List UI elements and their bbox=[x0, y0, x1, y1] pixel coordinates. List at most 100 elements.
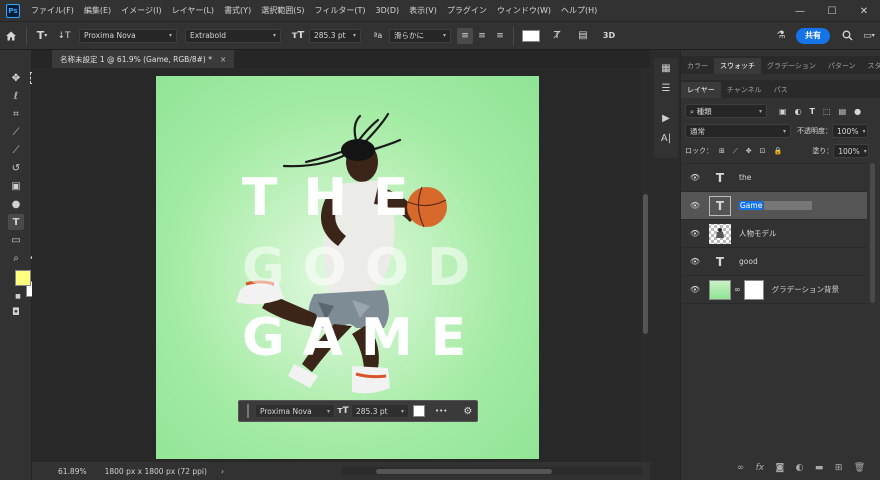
lock-image-icon[interactable]: ⟋ bbox=[733, 147, 738, 156]
align-left-icon[interactable]: ≡ bbox=[457, 27, 473, 44]
share-button[interactable]: 共有 bbox=[796, 27, 830, 44]
font-style-dropdown[interactable]: Extrabold ▾ bbox=[185, 28, 281, 43]
tab-color[interactable]: カラー bbox=[681, 58, 714, 74]
fx-icon[interactable]: fx bbox=[756, 463, 765, 473]
foreground-color-swatch[interactable] bbox=[15, 270, 31, 286]
tab-patterns[interactable]: パターン bbox=[822, 58, 862, 74]
flask-icon[interactable]: ⚗ bbox=[770, 25, 792, 47]
mask-thumbnail[interactable] bbox=[743, 279, 764, 300]
zoom-level[interactable]: 61.89% bbox=[58, 467, 87, 476]
new-layer-icon[interactable]: ⊞ bbox=[835, 463, 843, 473]
menu-image[interactable]: イメージ(I) bbox=[116, 0, 166, 22]
word-the[interactable]: THE bbox=[242, 172, 435, 224]
fill-field[interactable]: 100% ▾ bbox=[833, 144, 870, 158]
link-icon[interactable]: ∞ bbox=[734, 285, 741, 294]
tab-gradients[interactable]: グラデーション bbox=[761, 58, 822, 74]
paragraph-icon[interactable]: A| bbox=[654, 128, 678, 148]
history-brush-tool-icon[interactable]: ↺ bbox=[8, 160, 24, 176]
adjustments-icon[interactable]: ▦ bbox=[654, 58, 678, 78]
type-tool-icon[interactable]: T bbox=[8, 214, 24, 230]
menu-plugins[interactable]: プラグイン bbox=[442, 0, 492, 22]
delete-layer-icon[interactable]: 🗑 bbox=[854, 463, 865, 473]
layer-row-game[interactable]: 👁 T Game bbox=[681, 191, 867, 219]
lock-transparent-icon[interactable]: ⊞ bbox=[719, 147, 725, 155]
filter-adjustment-icon[interactable]: ◐ bbox=[795, 107, 802, 116]
close-window-button[interactable]: ✕ bbox=[848, 0, 880, 22]
minimize-button[interactable]: — bbox=[784, 0, 816, 22]
lock-position-icon[interactable]: ✥ bbox=[746, 147, 752, 155]
menu-help[interactable]: ヘルプ(H) bbox=[556, 0, 602, 22]
settings-sliders-icon[interactable]: ⚙ bbox=[463, 406, 472, 417]
tab-layers[interactable]: レイヤー bbox=[681, 82, 721, 98]
vertical-scrollbar[interactable] bbox=[641, 68, 650, 462]
font-family-dropdown[interactable]: Proxima Nova ▾ bbox=[79, 28, 177, 43]
filter-pixel-icon[interactable]: ▣ bbox=[779, 107, 787, 116]
workspace-icon[interactable]: ▭ ▾ bbox=[858, 25, 880, 47]
layer-name-editing[interactable]: Game bbox=[739, 201, 764, 210]
actions-play-icon[interactable]: ▶ bbox=[654, 108, 678, 128]
properties-icon[interactable]: ☰ bbox=[654, 78, 678, 98]
close-tab-icon[interactable]: × bbox=[220, 55, 226, 64]
menu-window[interactable]: ウィンドウ(W) bbox=[492, 0, 556, 22]
move-tool-icon[interactable]: ✥ bbox=[8, 70, 24, 86]
tab-swatches[interactable]: スウォッチ bbox=[714, 58, 761, 74]
menu-layer[interactable]: レイヤー(L) bbox=[167, 0, 219, 22]
filter-type-icon[interactable]: T bbox=[810, 107, 815, 116]
floating-color-swatch[interactable] bbox=[413, 405, 425, 417]
3d-button[interactable]: 3D bbox=[598, 25, 620, 47]
status-arrow-icon[interactable]: › bbox=[221, 467, 224, 476]
link-layers-icon[interactable]: ∞ bbox=[737, 463, 745, 473]
tab-styles[interactable]: スタイル bbox=[862, 58, 880, 74]
visibility-eye-icon[interactable]: 👁 bbox=[687, 285, 703, 294]
lock-artboard-icon[interactable]: ⊡ bbox=[760, 147, 766, 155]
visibility-eye-icon[interactable]: 👁 bbox=[687, 229, 703, 238]
word-good[interactable]: GOOD bbox=[242, 242, 488, 294]
dodge-tool-icon[interactable]: ● bbox=[8, 196, 24, 212]
floating-size-dropdown[interactable]: 285.3 pt ▾ bbox=[351, 404, 409, 418]
layer-name[interactable]: the bbox=[739, 173, 751, 182]
photoshop-logo-icon[interactable]: Ps bbox=[6, 3, 20, 18]
vertical-scroll-thumb[interactable] bbox=[643, 194, 648, 334]
visibility-eye-icon[interactable]: 👁 bbox=[687, 173, 703, 182]
adjustment-layer-icon[interactable]: ◐ bbox=[796, 463, 804, 473]
filter-toggle-icon[interactable]: ● bbox=[854, 107, 861, 116]
search-icon[interactable] bbox=[836, 25, 858, 47]
filter-smart-icon[interactable]: ▤ bbox=[839, 107, 847, 116]
character-panel-icon[interactable]: ▤ bbox=[572, 25, 594, 47]
more-options-icon[interactable]: ••• bbox=[435, 407, 447, 415]
gradient-tool-icon[interactable]: ▣ bbox=[8, 178, 24, 194]
layer-name[interactable]: 人物モデル bbox=[739, 228, 777, 239]
align-right-icon[interactable]: ≡ bbox=[491, 25, 509, 47]
crop-tool-icon[interactable]: ⌗ bbox=[8, 106, 24, 122]
tab-paths[interactable]: パス bbox=[768, 82, 794, 98]
horizontal-scrollbar[interactable] bbox=[342, 467, 642, 475]
drag-handle[interactable] bbox=[247, 404, 249, 418]
font-size-dropdown[interactable]: 285.3 pt ▾ bbox=[309, 28, 361, 43]
eyedropper-tool-icon[interactable]: ⟋ bbox=[8, 124, 24, 140]
lock-all-icon[interactable]: 🔒 bbox=[774, 147, 783, 155]
maximize-button[interactable]: ☐ bbox=[816, 0, 848, 22]
layer-row-gradient[interactable]: 👁 ∞ グラデーション背景 bbox=[681, 275, 867, 303]
layer-name-edit-field[interactable] bbox=[764, 201, 813, 210]
filter-shape-icon[interactable]: ⬚ bbox=[823, 107, 831, 116]
blend-mode-dropdown[interactable]: 通常 ▾ bbox=[685, 124, 791, 138]
layer-row-the[interactable]: 👁 T the bbox=[681, 163, 867, 191]
default-colors-icon[interactable]: ■ bbox=[10, 288, 26, 304]
quick-mask-icon[interactable]: ◘ bbox=[8, 304, 24, 320]
add-mask-icon[interactable]: ◙ bbox=[776, 463, 785, 473]
menu-view[interactable]: 表示(V) bbox=[404, 0, 442, 22]
menu-edit[interactable]: 編集(E) bbox=[79, 0, 116, 22]
warp-text-icon[interactable]: Ⱦ bbox=[546, 25, 568, 47]
word-game[interactable]: GAME bbox=[242, 312, 484, 364]
lasso-tool-icon[interactable]: ℓ bbox=[8, 88, 24, 104]
visibility-eye-icon[interactable]: 👁 bbox=[687, 257, 703, 266]
text-color-swatch[interactable] bbox=[522, 29, 540, 42]
layers-scroll-thumb[interactable] bbox=[870, 163, 875, 303]
text-orientation-icon[interactable]: ↓T bbox=[53, 25, 75, 47]
zoom-tool-icon[interactable]: ⌕ bbox=[8, 250, 24, 266]
home-icon[interactable] bbox=[0, 25, 22, 47]
layer-row-model[interactable]: 👁 人物モデル bbox=[681, 219, 867, 247]
layer-row-good[interactable]: 👁 T good bbox=[681, 247, 867, 275]
menu-type[interactable]: 書式(Y) bbox=[219, 0, 256, 22]
layers-scrollbar[interactable] bbox=[869, 163, 877, 423]
